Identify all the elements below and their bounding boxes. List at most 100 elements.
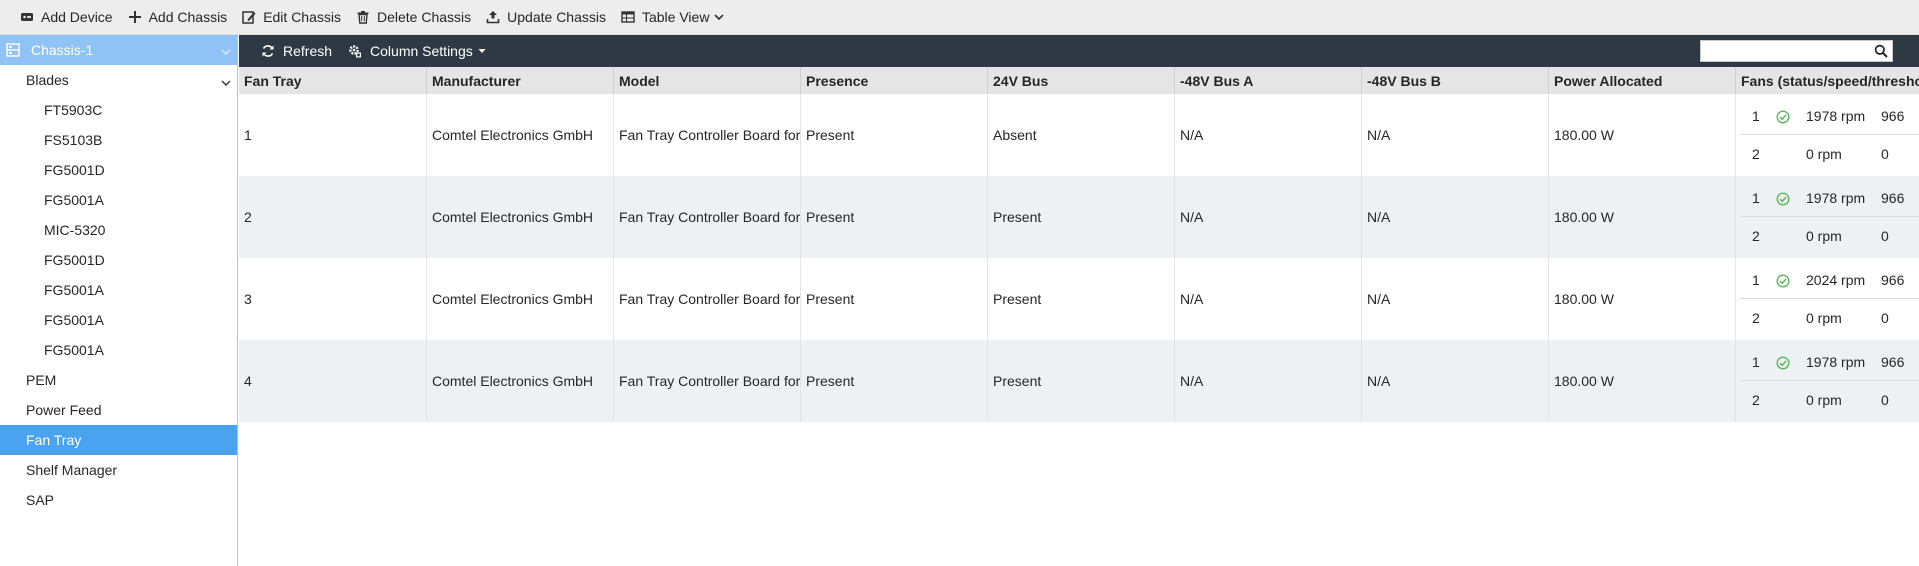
cell-fan-tray: 2 — [239, 176, 427, 258]
check-circle-icon — [1776, 356, 1790, 370]
tree-item-blade[interactable]: FG5001D — [0, 245, 237, 275]
add-chassis-button[interactable]: Add Chassis — [128, 9, 228, 25]
column-header-power-allocated[interactable]: Power Allocated — [1549, 67, 1736, 94]
table-row[interactable]: 1 Comtel Electronics GmbH Fan Tray Control… — [239, 94, 1919, 176]
tree-item-label: FG5001A — [44, 192, 104, 208]
chassis-icon — [6, 43, 20, 57]
top-toolbar: Add Device Add Chassis Edit Chassis Dele… — [0, 0, 1919, 35]
fan-index: 2 — [1752, 227, 1760, 244]
fan-index: 1 — [1752, 354, 1760, 370]
trash-icon — [356, 10, 370, 24]
column-header-manufacturer[interactable]: Manufacturer — [427, 67, 614, 94]
tree-root-label: Chassis-1 — [31, 42, 94, 58]
cell-fans: 1 1978 rpm 966 2 0 rpm 0 — [1736, 340, 1919, 422]
table-view-dropdown[interactable]: Table View — [621, 9, 725, 25]
column-header-model[interactable]: Model — [614, 67, 801, 94]
tree-root-chassis[interactable]: Chassis-1 — [0, 35, 237, 65]
tree-item-blade[interactable]: FG5001A — [0, 305, 237, 335]
chevron-down-icon[interactable] — [221, 44, 231, 60]
add-device-icon — [20, 10, 34, 24]
cell-fan-tray: 1 — [239, 94, 427, 176]
tree-item-label: MIC-5320 — [44, 222, 106, 238]
fan-index: 1 — [1752, 108, 1760, 124]
cell-48v-bus-a: N/A — [1175, 340, 1362, 422]
chevron-down-icon[interactable] — [221, 75, 231, 91]
tree-item-shelf-manager[interactable]: Shelf Manager — [0, 455, 237, 485]
tree-item-label: FG5001D — [44, 252, 105, 268]
fan-threshold: 0 — [1881, 145, 1889, 162]
cell-48v-bus-b: N/A — [1362, 340, 1549, 422]
caret-down-icon — [478, 47, 486, 55]
table-row[interactable]: 3 Comtel Electronics GmbH Fan Tray Control… — [239, 258, 1919, 340]
add-device-button[interactable]: Add Device — [20, 9, 113, 25]
column-header-fans[interactable]: Fans (status/speed/threshold) — [1736, 67, 1919, 94]
tree-item-pem[interactable]: PEM — [0, 365, 237, 395]
tree-item-blades[interactable]: Blades — [0, 65, 237, 95]
fan-speed: 0 rpm — [1806, 391, 1842, 408]
edit-chassis-label: Edit Chassis — [263, 9, 341, 25]
table-header: Fan Tray Manufacturer Model Presence 24V… — [239, 67, 1919, 94]
tree-item-label: FG5001D — [44, 162, 105, 178]
main-panel: Refresh Column Settings Fan Tray Manufac… — [239, 35, 1919, 566]
fan-speed: 2024 rpm — [1806, 272, 1866, 288]
tree-item-blade[interactable]: FS5103B — [0, 125, 237, 155]
edit-chassis-button[interactable]: Edit Chassis — [242, 9, 341, 25]
refresh-button[interactable]: Refresh — [261, 43, 332, 59]
tree-item-blade[interactable]: FG5001D — [0, 155, 237, 185]
cell-model: Fan Tray Controller Board for A — [614, 176, 801, 258]
add-device-label: Add Device — [41, 9, 113, 25]
fan-entry: 1 2024 rpm 966 — [1740, 262, 1919, 299]
search-input[interactable] — [1701, 41, 1866, 61]
fan-index: 1 — [1752, 190, 1760, 206]
delete-chassis-button[interactable]: Delete Chassis — [356, 9, 471, 25]
column-header-24v-bus[interactable]: 24V Bus — [988, 67, 1175, 94]
fan-threshold: 0 — [1881, 309, 1889, 326]
table-row[interactable]: 4 Comtel Electronics GmbH Fan Tray Control… — [239, 340, 1919, 422]
search-icon[interactable] — [1874, 44, 1888, 58]
table-row[interactable]: 2 Comtel Electronics GmbH Fan Tray Control… — [239, 176, 1919, 258]
tree-item-blade[interactable]: FT5903C — [0, 95, 237, 125]
fan-threshold: 966 — [1881, 108, 1905, 124]
fan-entry: 1 1978 rpm 966 — [1740, 180, 1919, 217]
column-header-fan-tray[interactable]: Fan Tray — [239, 67, 427, 94]
tree-item-label: FT5903C — [44, 102, 103, 118]
fan-threshold: 966 — [1881, 272, 1905, 288]
fan-entry: 1 1978 rpm 966 — [1740, 344, 1919, 381]
cell-24v-bus: Present — [988, 340, 1175, 422]
refresh-label: Refresh — [283, 43, 333, 59]
cell-fan-tray: 3 — [239, 258, 427, 340]
tree-item-blade[interactable]: FG5001A — [0, 185, 237, 215]
update-chassis-button[interactable]: Update Chassis — [486, 9, 606, 25]
column-settings-dropdown[interactable]: Column Settings — [348, 43, 486, 59]
cell-presence: Present — [801, 340, 988, 422]
tree-item-label: FG5001A — [44, 342, 104, 358]
tree-item-blade[interactable]: FG5001A — [0, 335, 237, 365]
cell-model: Fan Tray Controller Board for A — [614, 258, 801, 340]
tree-item-blade[interactable]: FG5001A — [0, 275, 237, 305]
chevron-down-icon — [714, 12, 725, 22]
plus-icon — [128, 10, 142, 24]
fan-speed: 0 rpm — [1806, 309, 1842, 326]
tree-item-label: PEM — [26, 372, 57, 388]
tree-item-fan-tray[interactable]: Fan Tray — [0, 425, 237, 455]
add-chassis-label: Add Chassis — [148, 9, 228, 25]
column-header-presence[interactable]: Presence — [801, 67, 988, 94]
cell-48v-bus-b: N/A — [1362, 258, 1549, 340]
fan-entry: 1 1978 rpm 966 — [1740, 98, 1919, 135]
fan-threshold: 0 — [1881, 227, 1889, 244]
table-icon — [621, 10, 635, 24]
cell-power-allocated: 180.00 W — [1549, 94, 1736, 176]
column-header-48v-bus-b[interactable]: -48V Bus B — [1362, 67, 1549, 94]
column-header-48v-bus-a[interactable]: -48V Bus A — [1175, 67, 1362, 94]
fan-speed: 1978 rpm — [1806, 354, 1866, 370]
tree-item-label: FG5001A — [44, 282, 104, 298]
tree-item-sap[interactable]: SAP — [0, 485, 237, 515]
table-view-label: Table View — [641, 9, 710, 25]
tree-item-label: FS5103B — [44, 132, 103, 148]
cell-presence: Present — [801, 258, 988, 340]
cell-48v-bus-a: N/A — [1175, 94, 1362, 176]
tree-item-blade[interactable]: MIC-5320 — [0, 215, 237, 245]
cell-48v-bus-b: N/A — [1362, 176, 1549, 258]
tree-item-power-feed[interactable]: Power Feed — [0, 395, 237, 425]
cell-model: Fan Tray Controller Board for A — [614, 340, 801, 422]
